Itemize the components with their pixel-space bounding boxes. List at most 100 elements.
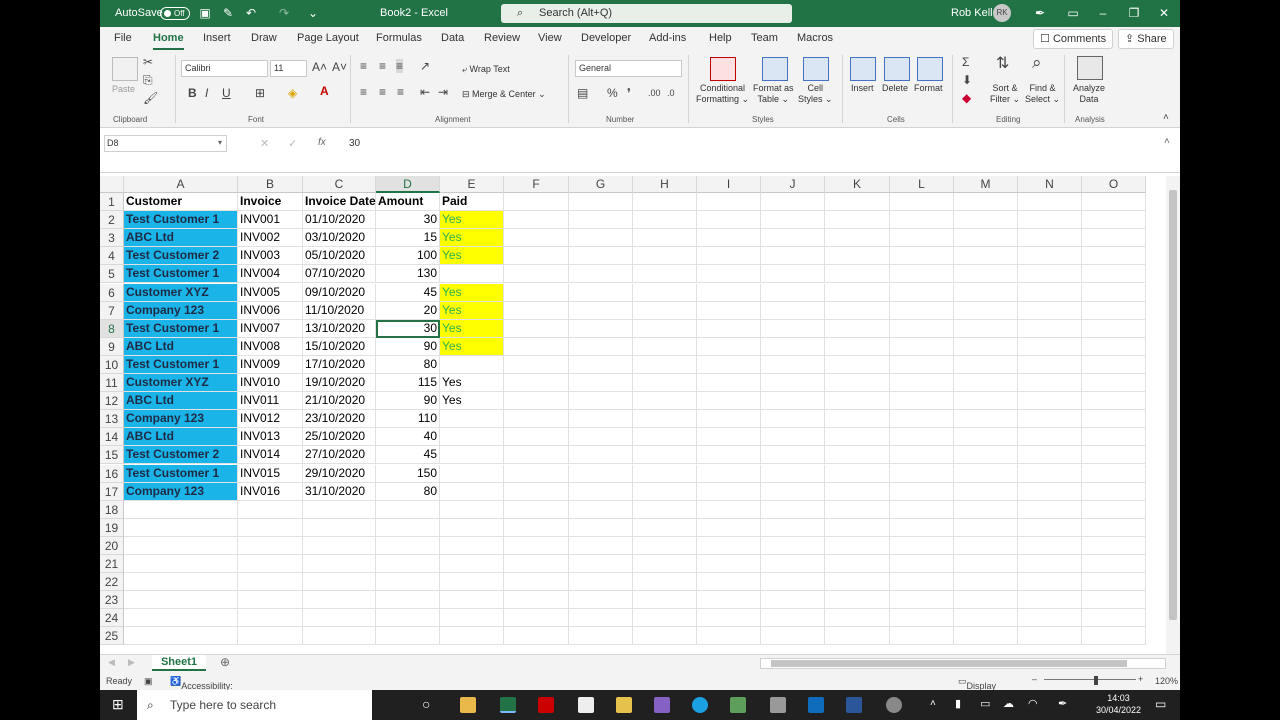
cell-n9[interactable]	[1018, 338, 1082, 356]
taskbar-search[interactable]: ⌕ Type here to search	[137, 690, 372, 720]
format-painter-icon[interactable]: 🖌	[143, 91, 158, 105]
select-all-corner[interactable]	[100, 176, 124, 193]
cell-j8[interactable]	[761, 320, 825, 338]
tray-app-icon[interactable]: ▭	[980, 697, 990, 710]
cell-j9[interactable]	[761, 338, 825, 356]
cell-o4[interactable]	[1082, 247, 1146, 265]
cell-m12[interactable]	[954, 392, 1018, 410]
onedrive-icon[interactable]: ☁	[1003, 697, 1014, 710]
cell-i11[interactable]	[697, 374, 761, 392]
cell-j4[interactable]	[761, 247, 825, 265]
cell-j12[interactable]	[761, 392, 825, 410]
cell-k5[interactable]	[825, 265, 890, 283]
cell-i25[interactable]	[697, 627, 761, 645]
cell-b11[interactable]: INV010	[238, 374, 303, 392]
cell-l16[interactable]	[890, 465, 954, 483]
row-header-20[interactable]: 20	[100, 537, 124, 555]
cell-b17[interactable]: INV016	[238, 483, 303, 501]
cell-m8[interactable]	[954, 320, 1018, 338]
minimize-icon[interactable]: –	[1095, 5, 1111, 21]
app-icon[interactable]	[730, 697, 746, 713]
column-header-b[interactable]: B	[238, 176, 303, 193]
tab-view[interactable]: View	[538, 32, 562, 44]
accessibility-status[interactable]: ♿ Accessibility: Investigate	[170, 676, 233, 690]
cell-o13[interactable]	[1082, 410, 1146, 428]
cell-g25[interactable]	[569, 627, 633, 645]
row-header-3[interactable]: 3	[100, 229, 124, 247]
cell-i1[interactable]	[697, 193, 761, 211]
cell-a25[interactable]	[124, 627, 238, 645]
cell-b13[interactable]: INV012	[238, 410, 303, 428]
windows-start-icon[interactable]: ⊞	[112, 696, 124, 713]
wrap-text-button[interactable]: ⤶ Wrap Text	[462, 64, 510, 75]
vertical-scrollbar[interactable]	[1166, 176, 1180, 654]
row-header-11[interactable]: 11	[100, 374, 124, 392]
tray-chevron-icon[interactable]: ˄	[930, 698, 936, 709]
column-header-a[interactable]: A	[124, 176, 238, 193]
cell-o1[interactable]	[1082, 193, 1146, 211]
cell-b4[interactable]: INV003	[238, 247, 303, 265]
row-header-18[interactable]: 18	[100, 501, 124, 519]
display-settings[interactable]: ▭ Display Settings	[958, 676, 996, 690]
tab-page-layout[interactable]: Page Layout	[297, 32, 359, 44]
cell-a17[interactable]: Company 123	[124, 483, 238, 501]
cell-i9[interactable]	[697, 338, 761, 356]
cell-h5[interactable]	[633, 265, 697, 283]
file-explorer-icon[interactable]	[460, 697, 476, 713]
cell-f11[interactable]	[504, 374, 569, 392]
cell-g24[interactable]	[569, 609, 633, 627]
cell-i15[interactable]	[697, 446, 761, 464]
cell-d21[interactable]	[376, 555, 440, 573]
column-header-i[interactable]: I	[697, 176, 761, 193]
word-icon[interactable]	[846, 697, 862, 713]
cell-j3[interactable]	[761, 229, 825, 247]
cell-c13[interactable]: 23/10/2020	[303, 410, 376, 428]
align-center-icon[interactable]: ≡	[379, 85, 386, 99]
cell-h13[interactable]	[633, 410, 697, 428]
save-icon[interactable]: ▣	[198, 6, 212, 20]
cell-h23[interactable]	[633, 591, 697, 609]
cell-g13[interactable]	[569, 410, 633, 428]
cell-l2[interactable]	[890, 211, 954, 229]
tab-macros[interactable]: Macros	[797, 32, 833, 44]
cell-f12[interactable]	[504, 392, 569, 410]
cell-n1[interactable]	[1018, 193, 1082, 211]
cell-l18[interactable]	[890, 501, 954, 519]
cell-b24[interactable]	[238, 609, 303, 627]
cell-j23[interactable]	[761, 591, 825, 609]
outlook-icon[interactable]	[808, 697, 824, 713]
cell-j13[interactable]	[761, 410, 825, 428]
cell-f23[interactable]	[504, 591, 569, 609]
cell-k23[interactable]	[825, 591, 890, 609]
cell-i5[interactable]	[697, 265, 761, 283]
cell-g8[interactable]	[569, 320, 633, 338]
cell-a13[interactable]: Company 123	[124, 410, 238, 428]
autosum-icon[interactable]: Σ	[962, 55, 969, 69]
worksheet-grid[interactable]: A B C D E F G H I J K L M N O 1 Customer Invoice Invoice D…	[100, 176, 1166, 654]
cell-g16[interactable]	[569, 465, 633, 483]
delete-cells-icon[interactable]	[884, 57, 910, 81]
cell-d22[interactable]	[376, 573, 440, 591]
cell-n23[interactable]	[1018, 591, 1082, 609]
increase-indent-icon[interactable]: ⇥	[438, 85, 448, 99]
cell-e4[interactable]: Yes	[440, 247, 504, 265]
cell-a15[interactable]: Test Customer 2	[124, 446, 238, 464]
cell-e1[interactable]: Paid	[440, 193, 504, 211]
cell-b2[interactable]: INV001	[238, 211, 303, 229]
cell-d17[interactable]: 80	[376, 483, 440, 501]
row-header-13[interactable]: 13	[100, 410, 124, 428]
cell-c12[interactable]: 21/10/2020	[303, 392, 376, 410]
avatar[interactable]: RK	[993, 4, 1011, 22]
cell-l3[interactable]	[890, 229, 954, 247]
cell-g23[interactable]	[569, 591, 633, 609]
cell-k15[interactable]	[825, 446, 890, 464]
cell-k7[interactable]	[825, 302, 890, 320]
cell-a23[interactable]	[124, 591, 238, 609]
cell-a4[interactable]: Test Customer 2	[124, 247, 238, 265]
zoom-level[interactable]: 120%	[1155, 676, 1178, 686]
cell-j18[interactable]	[761, 501, 825, 519]
percent-icon[interactable]: %	[607, 86, 618, 100]
paste-icon[interactable]	[112, 57, 138, 81]
sort-filter-button[interactable]: Sort & Filter ⌄	[990, 83, 1020, 105]
cell-e19[interactable]	[440, 519, 504, 537]
